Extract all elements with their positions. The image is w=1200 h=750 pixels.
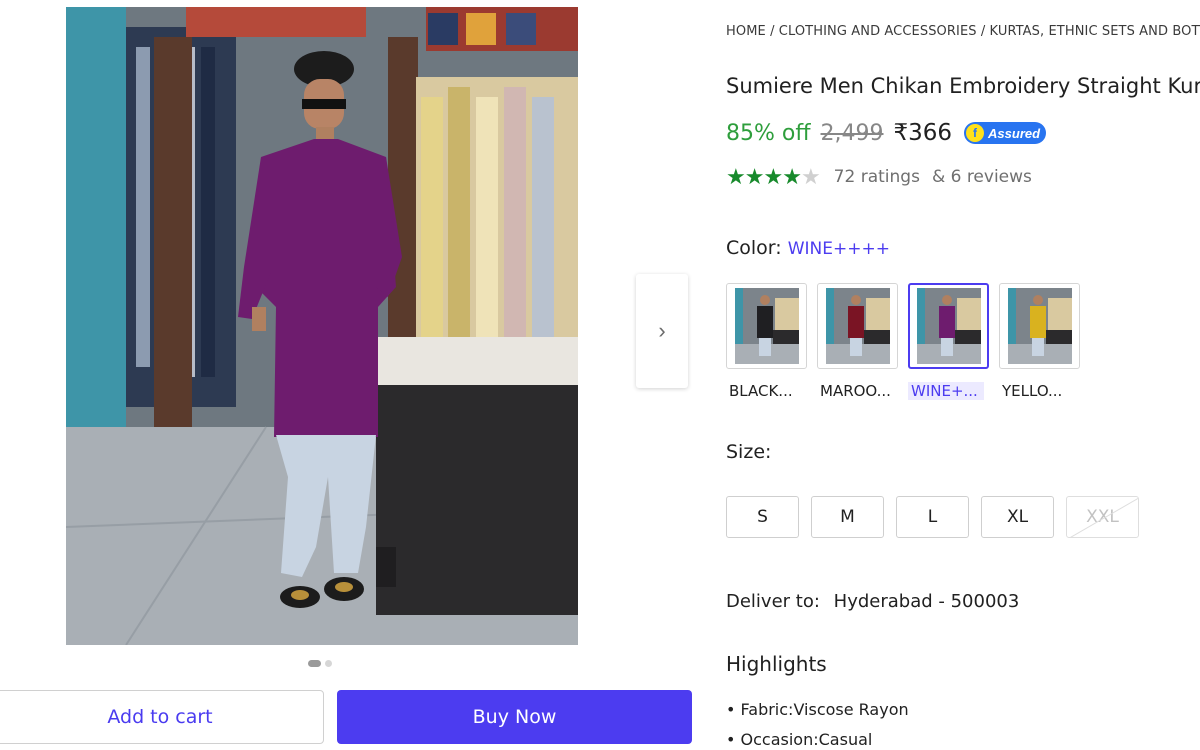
selling-price: ₹366 — [893, 120, 953, 146]
delivery-label: Deliver to: — [726, 591, 820, 612]
swatch-label: BLACK... — [729, 382, 793, 400]
swatch-label: MAROO... — [820, 382, 891, 400]
swatch-photo — [825, 288, 890, 364]
highlights-list: Fabric:Viscose RayonOccasion:Casual — [726, 700, 909, 750]
original-price: 2,499 — [820, 120, 884, 146]
gallery-next-button[interactable]: › — [636, 274, 688, 388]
price-row: 85% off 2,499 ₹366 f Assured — [726, 120, 1047, 146]
swatch-photo — [1007, 288, 1072, 364]
color-selected-value: WINE++++ — [787, 239, 890, 259]
highlights-heading: Highlights — [726, 652, 827, 676]
color-swatch[interactable]: MAROO... — [817, 283, 898, 400]
delivery-info: Deliver to: Hyderabad - 500003 — [726, 591, 1019, 612]
swatch-photo — [734, 288, 799, 364]
size-option-s[interactable]: S — [726, 496, 799, 538]
highlight-item: Occasion:Casual — [726, 730, 909, 750]
star-filled-icon: ★ — [782, 164, 802, 189]
reviews-count[interactable]: & 6 reviews — [932, 167, 1032, 187]
size-heading: Size: — [726, 441, 772, 463]
highlight-item: Fabric:Viscose Rayon — [726, 700, 909, 730]
breadcrumb[interactable]: HOME / CLOTHING AND ACCESSORIES / KURTAS… — [726, 24, 1200, 39]
ratings-count[interactable]: 72 ratings — [834, 167, 920, 187]
size-option-m[interactable]: M — [811, 496, 884, 538]
assured-badge: f Assured — [964, 122, 1047, 144]
color-label: Color: — [726, 237, 782, 259]
rating-row: ★★★★★ 72 ratings & 6 reviews — [726, 164, 1032, 190]
color-heading: Color: WINE++++ — [726, 237, 890, 259]
star-filled-icon: ★ — [763, 164, 783, 189]
assured-icon: f — [966, 124, 985, 142]
color-swatch[interactable]: BLACK... — [726, 283, 807, 400]
delivery-location[interactable]: Hyderabad - 500003 — [834, 591, 1020, 612]
pagination-dot[interactable] — [325, 660, 332, 667]
star-empty-icon: ★ — [800, 164, 821, 189]
star-filled-icon: ★ — [726, 164, 746, 189]
star-filled-icon: ★ — [744, 164, 765, 189]
product-photo — [66, 7, 578, 645]
gallery-pagination-dots — [308, 660, 332, 667]
assured-label: Assured — [988, 125, 1041, 141]
color-swatch[interactable]: YELLO... — [999, 283, 1080, 400]
size-options: S M L XL XXL — [726, 496, 1139, 538]
add-to-cart-button[interactable]: Add to cart — [0, 690, 324, 744]
buy-now-button[interactable]: Buy Now — [337, 690, 692, 744]
discount-percent: 85% off — [726, 120, 811, 146]
swatch-thumbnail[interactable] — [726, 283, 807, 369]
swatch-label: YELLO... — [1002, 382, 1063, 400]
swatch-thumbnail[interactable] — [817, 283, 898, 369]
pagination-dot-active[interactable] — [308, 660, 321, 667]
chevron-right-icon: › — [658, 318, 666, 343]
color-swatch[interactable]: WINE+... — [908, 283, 989, 400]
product-title: Sumiere Men Chikan Embroidery Straight K… — [726, 74, 1200, 98]
swatch-photo — [916, 288, 981, 364]
size-option-xxl: XXL — [1066, 496, 1139, 538]
swatch-label: WINE+... — [908, 382, 984, 400]
swatch-thumbnail[interactable] — [999, 283, 1080, 369]
product-main-image[interactable] — [66, 7, 578, 645]
size-option-l[interactable]: L — [896, 496, 969, 538]
swatch-thumbnail[interactable] — [908, 283, 989, 369]
size-option-xl[interactable]: XL — [981, 496, 1054, 538]
color-swatches: BLACK... MAROO... WINE+... YELLO... — [726, 283, 1080, 400]
product-details: HOME / CLOTHING AND ACCESSORIES / KURTAS… — [726, 0, 1200, 750]
star-rating: ★★★★★ — [726, 164, 821, 190]
